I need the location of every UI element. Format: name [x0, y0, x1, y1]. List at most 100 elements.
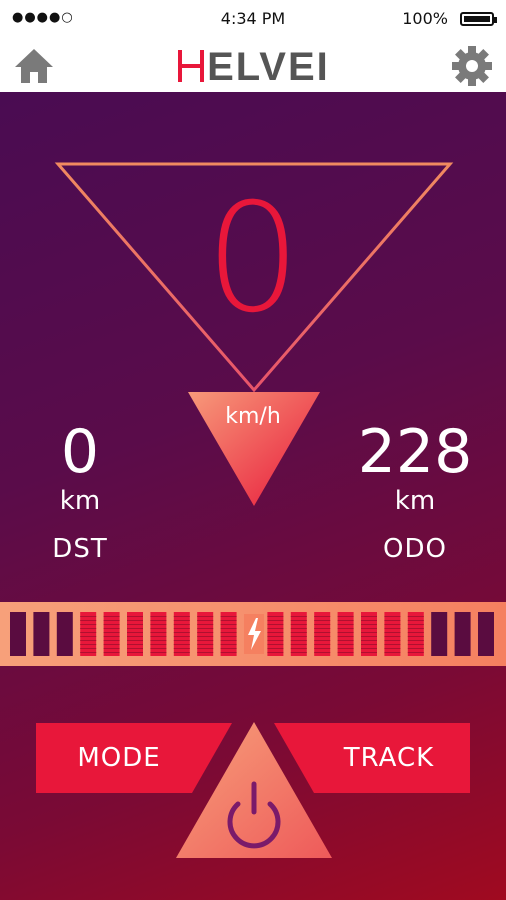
battery-cell-line — [127, 648, 143, 649]
battery-cell-empty — [10, 612, 26, 656]
mode-button-label: MODE — [77, 743, 161, 773]
battery-cell-line — [290, 652, 307, 653]
battery-cell-line — [267, 640, 284, 641]
battery-cell-line — [267, 624, 284, 625]
battery-cell-line — [197, 636, 214, 637]
battery-cell-line — [173, 648, 190, 649]
battery-cell-line — [407, 652, 424, 653]
battery-cell-line — [80, 640, 97, 641]
battery-cell-line — [103, 648, 120, 649]
battery-cell-line — [173, 644, 190, 645]
battery-cell-line — [197, 620, 214, 621]
battery-cell-line — [103, 624, 120, 625]
battery-cell-line — [173, 620, 190, 621]
battery-cell-line — [103, 644, 120, 645]
battery-cell-line — [337, 624, 354, 625]
battery-cell-line — [384, 640, 401, 641]
battery-cell-line — [290, 632, 307, 633]
battery-cell-line — [314, 624, 331, 625]
battery-cell-line — [407, 616, 424, 617]
track-button-label: TRACK — [343, 743, 435, 773]
battery-cell-line — [314, 644, 331, 645]
battery-cell-line — [220, 640, 237, 641]
battery-cell-lit — [127, 612, 143, 656]
battery-gauge — [0, 602, 506, 666]
battery-cell-lit — [361, 612, 377, 656]
battery-cell-line — [361, 652, 377, 653]
battery-cell-line — [103, 616, 120, 617]
battery-cell-line — [337, 628, 354, 629]
battery-cell-line — [173, 628, 190, 629]
battery-cell-line — [103, 620, 120, 621]
battery-cell-lit — [220, 612, 237, 656]
battery-cell-lit — [314, 612, 331, 656]
battery-cell-line — [290, 648, 307, 649]
battery-cell-line — [80, 620, 97, 621]
battery-cell-line — [220, 644, 237, 645]
battery-cell-line — [127, 644, 143, 645]
dashboard: 0 km/h 0 km DST 228 km ODO MODE TRACK — [0, 92, 506, 900]
battery-cell-line — [361, 640, 377, 641]
battery-cell-line — [384, 632, 401, 633]
battery-cell-empty — [478, 612, 494, 656]
battery-cell-line — [407, 640, 424, 641]
battery-cell-line — [173, 636, 190, 637]
battery-cell-line — [103, 632, 120, 633]
battery-cell-empty — [33, 612, 50, 656]
battery-cell-lit — [384, 612, 401, 656]
battery-cell-line — [150, 616, 167, 617]
battery-cell-lit — [197, 612, 214, 656]
battery-cell-line — [267, 620, 284, 621]
speed-value: 0 — [205, 172, 301, 346]
battery-cell-line — [407, 644, 424, 645]
speed-unit: km/h — [225, 404, 281, 429]
battery-cell-line — [127, 640, 143, 641]
battery-cell-empty — [454, 612, 471, 656]
battery-cell-line — [197, 640, 214, 641]
battery-cell-line — [361, 632, 377, 633]
battery-cell-line — [197, 624, 214, 625]
battery-cell-line — [361, 624, 377, 625]
battery-cell-line — [337, 648, 354, 649]
battery-cell-line — [197, 644, 214, 645]
battery-cell-line — [384, 628, 401, 629]
battery-cell-lit — [173, 612, 190, 656]
battery-cell-line — [220, 632, 237, 633]
battery-cell-empty — [431, 612, 448, 656]
battery-cell-line — [80, 632, 97, 633]
battery-cell-line — [337, 644, 354, 645]
battery-cell-line — [407, 620, 424, 621]
settings-button[interactable] — [450, 44, 494, 88]
brand-logo: HELVEI — [0, 42, 506, 92]
battery-cell-lit — [290, 612, 307, 656]
battery-cell-line — [80, 624, 97, 625]
battery-cell-lit — [337, 612, 354, 656]
battery-cell-line — [80, 628, 97, 629]
battery-cell-line — [173, 632, 190, 633]
battery-cell-line — [337, 632, 354, 633]
battery-cell-line — [361, 620, 377, 621]
battery-cell-line — [267, 628, 284, 629]
battery-cell-line — [220, 616, 237, 617]
battery-cell-line — [361, 628, 377, 629]
battery-cell-line — [173, 640, 190, 641]
lightning-icon — [244, 614, 264, 654]
battery-cell-line — [290, 624, 307, 625]
status-bar: ●●●●○ 4:34 PM 100% — [0, 0, 506, 38]
battery-cell-line — [361, 648, 377, 649]
power-button[interactable] — [176, 722, 332, 858]
odometer-label: ODO — [383, 534, 447, 564]
battery-cell-line — [290, 644, 307, 645]
battery-cell-line — [173, 652, 190, 653]
battery-cell-lit — [103, 612, 120, 656]
battery-cell-lit — [267, 612, 284, 656]
battery-cell-line — [314, 616, 331, 617]
battery-cell-line — [314, 640, 331, 641]
battery-cell-line — [407, 624, 424, 625]
battery-cell-line — [127, 652, 143, 653]
battery-cell-line — [384, 644, 401, 645]
battery-cell-line — [314, 648, 331, 649]
battery-cell-line — [197, 652, 214, 653]
battery-cell-line — [127, 620, 143, 621]
battery-cell-line — [267, 652, 284, 653]
